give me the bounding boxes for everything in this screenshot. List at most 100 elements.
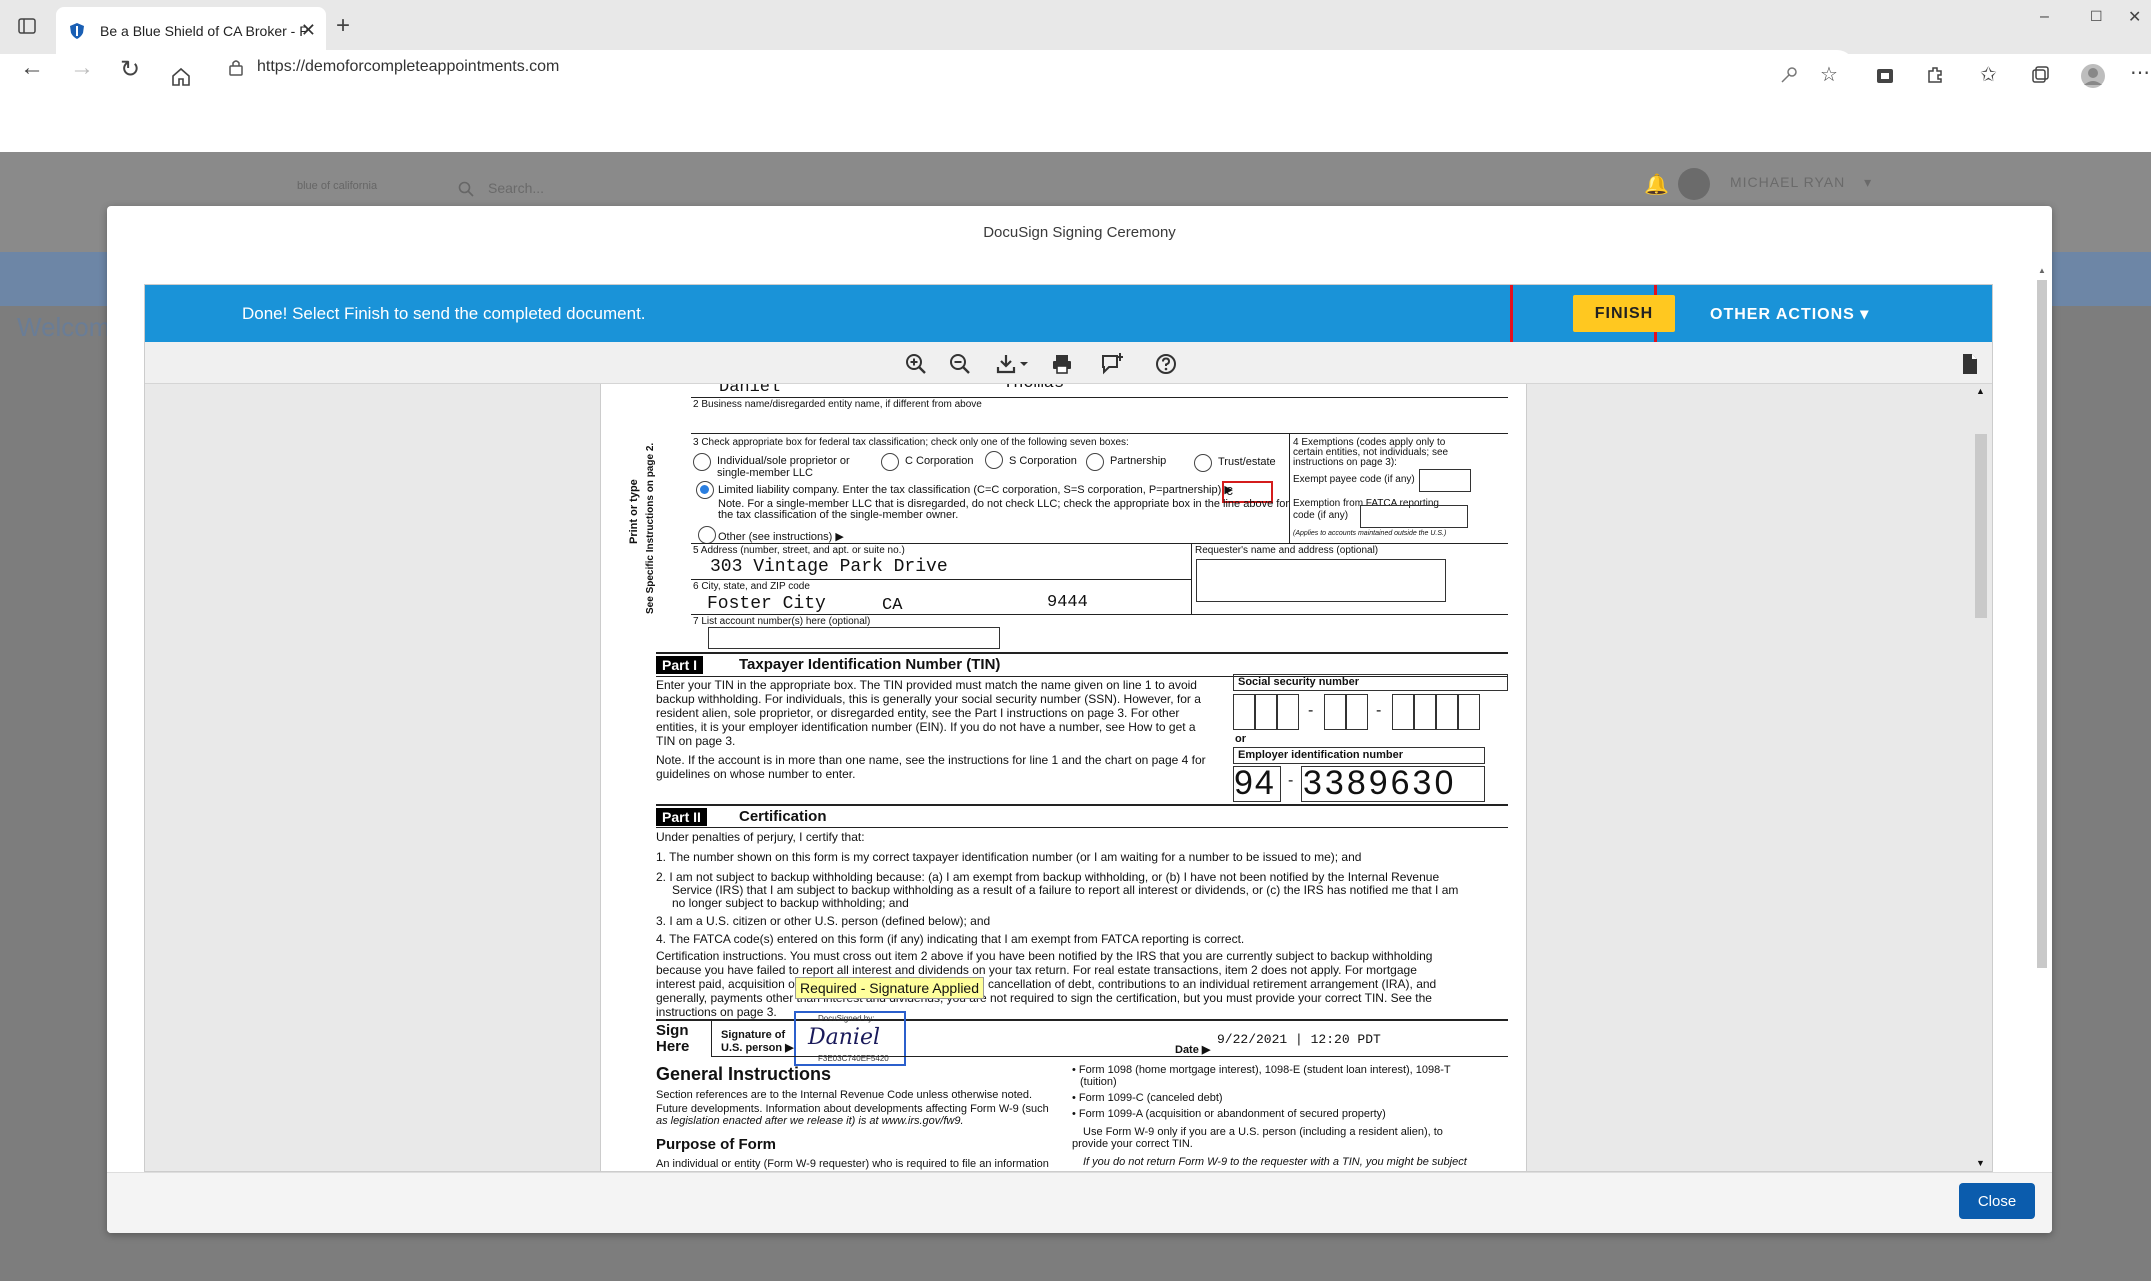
ssn-label: Social security number [1238,676,1360,688]
cert-intro: Under penalties of perjury, I certify th… [656,830,865,844]
tab-actions-icon[interactable] [18,17,36,35]
ssn-digit-box[interactable] [1277,694,1299,730]
individual-radio[interactable] [693,453,711,471]
document-icon[interactable] [1959,353,1981,375]
ssn-digit-box[interactable] [1255,694,1277,730]
add-comment-icon[interactable] [1101,353,1123,375]
finish-button[interactable]: FINISH [1573,295,1675,332]
completion-message: Done! Select Finish to send the complete… [242,304,646,323]
other-actions-button[interactable]: OTHER ACTIONS ▾ [1710,304,1869,324]
zoom-out-icon[interactable] [949,353,971,375]
profile-avatar-icon[interactable] [2080,63,2106,89]
individual-label-2: single-member LLC [717,467,813,479]
document-scrollbar[interactable]: ▲ ▼ [1970,384,1992,1171]
ssn-dash: - [1308,702,1314,719]
shield-extension-icon[interactable] [1875,66,1895,86]
favorites-icon[interactable]: ✩ [1980,62,1997,87]
modal-scrollbar-thumb[interactable] [2037,280,2047,968]
trust-estate-radio[interactable] [1194,454,1212,472]
tin-note-line: guidelines on whose number to enter. [656,767,856,781]
forward-icon[interactable]: → [70,54,94,82]
chevron-down-icon[interactable]: ▾ [1864,174,1872,190]
favorite-star-icon[interactable]: ☆ [1820,62,1838,87]
fatca-code-field[interactable] [1360,505,1468,528]
side-label: Print or type [628,479,640,544]
print-icon[interactable] [1051,353,1073,375]
cert-instr-line: interest paid, acquisition or abandonmen… [656,977,1437,991]
download-icon[interactable] [996,353,1030,375]
ein-label: Employer identification number [1238,749,1404,761]
zip-field: 9444 [1047,593,1088,612]
cert-instr-line: instructions on page 3. [656,1005,777,1019]
search-icon [458,181,474,197]
url-text[interactable]: https://demoforcompleteappointments.com [257,58,559,76]
signature-label-2: U.S. person ▶ [721,1042,794,1054]
cert-instr-line: because you have failed to report all in… [656,963,1417,977]
c-corporation-label: C Corporation [905,455,974,467]
browser-tab[interactable]: Be a Blue Shield of CA Broker - P ✕ [56,7,326,54]
rule [656,652,1508,654]
bell-icon[interactable]: 🔔 [1644,172,1670,197]
s-corporation-radio[interactable] [985,451,1003,469]
right-col-text: Use Form W-9 only if you are a U.S. pers… [1083,1126,1443,1138]
or-label: or [1235,733,1246,745]
other-radio[interactable] [698,526,716,544]
modal-scroll-up-icon[interactable]: ▲ [2038,266,2046,275]
signature-field[interactable]: DocuSigned by: Daniel F3E03C740EF5420 [794,1011,906,1066]
state-field: CA [882,596,903,615]
ssn-digit-box[interactable] [1324,694,1346,730]
maximize-icon[interactable]: ☐ [2090,8,2103,25]
exempt-payee-field[interactable] [1419,469,1471,492]
ssn-digit-box[interactable] [1414,694,1436,730]
rule [691,614,1508,615]
c-corporation-radio[interactable] [881,453,899,471]
right-col-text: provide your correct TIN. [1072,1138,1193,1150]
browser-titlebar: Be a Blue Shield of CA Broker - P ✕ + – … [0,0,2151,54]
right-col-text: • Form 1098 (home mortgage interest), 10… [1072,1064,1451,1076]
line7-label: 7 List account number(s) here (optional) [693,616,871,627]
ssn-digit-box[interactable] [1436,694,1458,730]
requester-label: Requester's name and address (optional) [1195,545,1379,556]
site-search-input[interactable]: Search... [450,174,950,204]
ssn-digit-box[interactable] [1233,694,1255,730]
line2-label: 2 Business name/disregarded entity name,… [693,399,982,410]
minimize-icon[interactable]: – [2040,8,2049,26]
close-window-icon[interactable]: ✕ [2128,7,2141,27]
back-icon[interactable]: ← [20,54,44,82]
partnership-label: Partnership [1110,455,1167,467]
document-viewer[interactable]: Daniel Thomas 2 Business name/disregarde… [145,384,1992,1171]
ssn-digit-box[interactable] [1346,694,1368,730]
scroll-up-icon[interactable]: ▲ [1976,386,1985,396]
close-button[interactable]: Close [1959,1183,2035,1219]
requester-field[interactable] [1196,559,1446,602]
blue-shield-favicon-icon [70,22,84,39]
ssn-digit-box[interactable] [1458,694,1480,730]
help-icon[interactable] [1155,353,1177,375]
user-menu[interactable]: 🔔 MICHAEL RYAN ▾ [1644,168,1872,200]
address-bar[interactable]: https://demoforcompleteappointments.com [213,50,1855,86]
collections-icon[interactable] [2030,65,2050,85]
site-logo: blue of california [297,180,378,192]
account-number-field[interactable] [708,627,1000,649]
more-menu-icon[interactable]: ⋯ [2130,60,2150,85]
rule [656,804,1508,806]
signature-applied-tooltip: Required - Signature Applied [795,977,985,999]
new-tab-icon[interactable]: + [336,12,350,40]
llc-radio[interactable] [696,481,714,499]
scroll-down-icon[interactable]: ▼ [1976,1158,1985,1168]
lock-icon[interactable] [229,58,243,76]
scrollbar-thumb[interactable] [1975,434,1987,618]
rule [691,433,1508,434]
extensions-icon[interactable] [1925,65,1945,85]
zoom-in-icon[interactable] [905,353,927,375]
refresh-icon[interactable]: ↻ [120,55,140,84]
partnership-radio[interactable] [1086,453,1104,471]
city-field: Foster City [707,594,826,614]
llc-label: Limited liability company. Enter the tax… [718,484,1233,496]
signature-text: Daniel [808,1025,881,1050]
key-icon[interactable] [1780,66,1798,84]
home-icon[interactable] [170,66,192,88]
close-tab-icon[interactable]: ✕ [301,20,316,41]
ssn-digit-box[interactable] [1392,694,1414,730]
modal-scrollbar[interactable]: ▲ [2035,266,2049,1172]
